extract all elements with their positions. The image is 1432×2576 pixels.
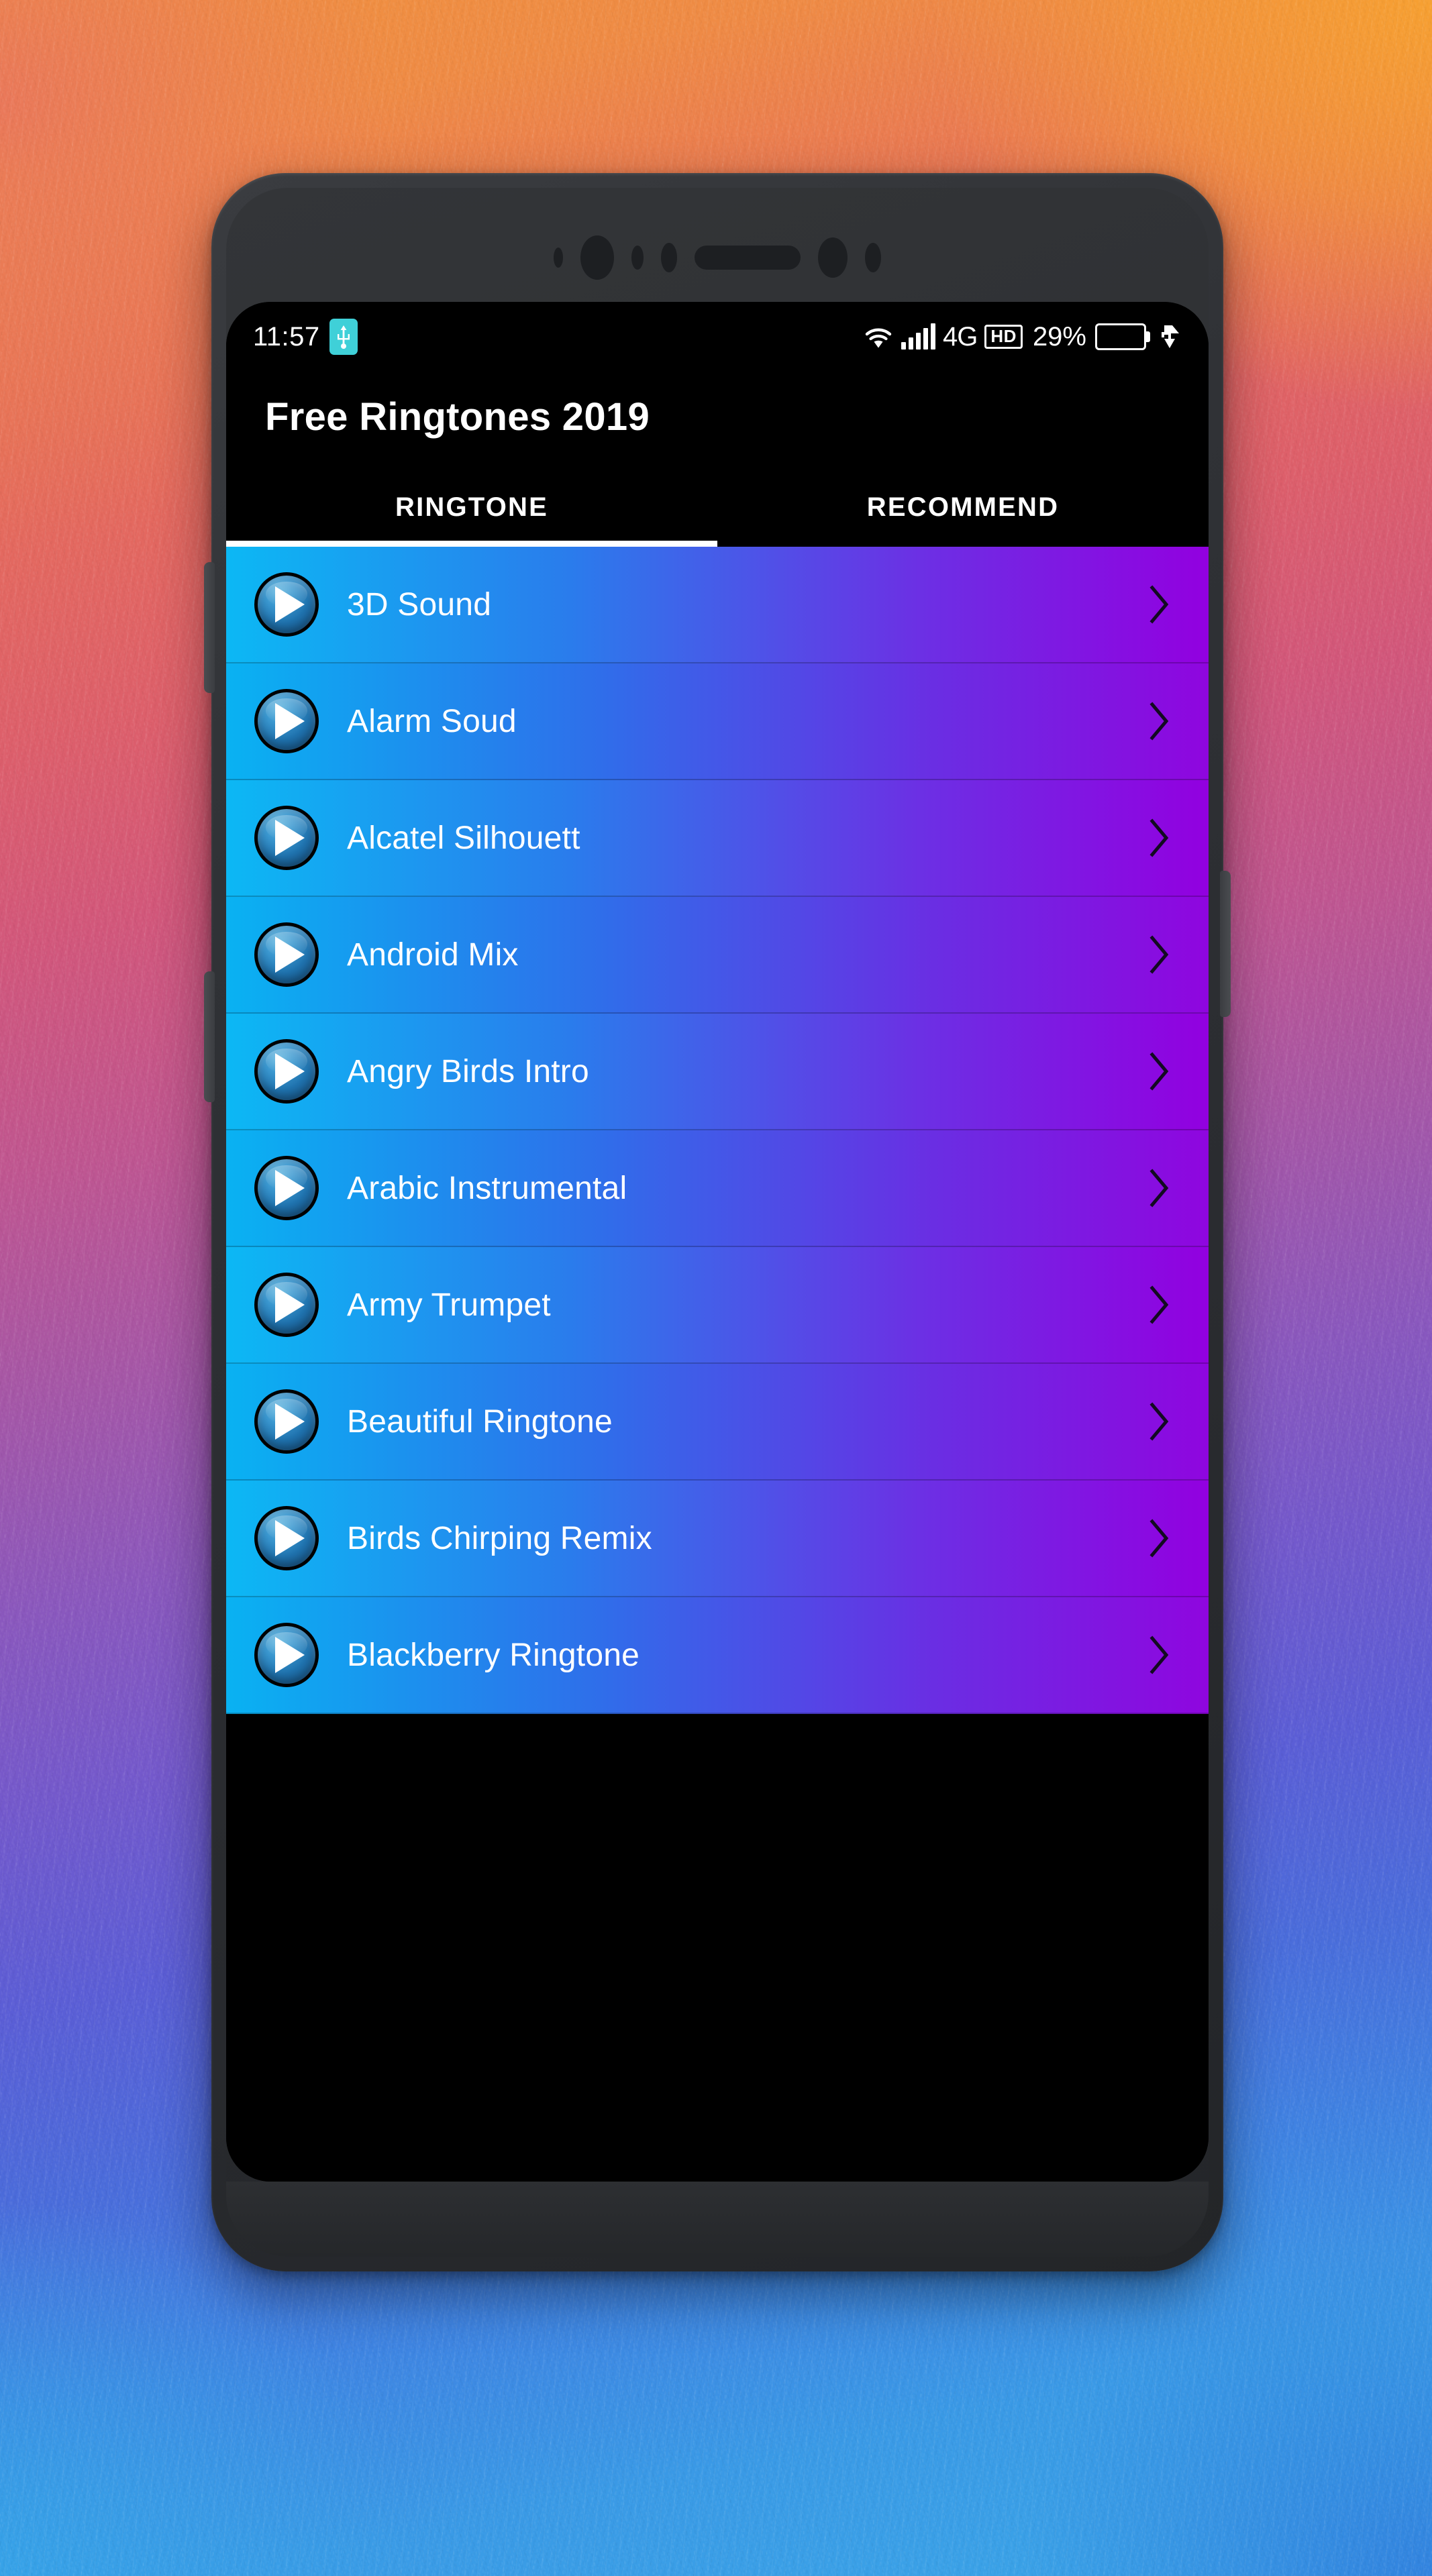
chevron-right-icon[interactable] <box>1148 1518 1171 1558</box>
list-item[interactable]: Alarm Soud <box>226 663 1209 780</box>
phone-bottom-bezel <box>226 2182 1209 2257</box>
chevron-right-icon[interactable] <box>1148 818 1171 858</box>
volume-up-button[interactable] <box>204 562 215 693</box>
list-item[interactable]: Arabic Instrumental <box>226 1130 1209 1247</box>
charging-bolt-icon <box>1162 325 1179 348</box>
battery-percent-label: 29% <box>1032 321 1086 352</box>
list-item[interactable]: Beautiful Ringtone <box>226 1364 1209 1481</box>
phone-screen: 11:57 4G HD 29% Free Ringtones 2019 RING… <box>226 302 1209 2182</box>
ringtone-title: Angry Birds Intro <box>347 1053 589 1089</box>
power-button[interactable] <box>1220 871 1231 1017</box>
list-item[interactable]: Blackberry Ringtone <box>226 1597 1209 1714</box>
chevron-right-icon[interactable] <box>1148 1285 1171 1325</box>
signal-bars-icon <box>901 323 936 350</box>
phone-top-bezel <box>211 235 1223 280</box>
ringtone-title: Blackberry Ringtone <box>347 1637 640 1673</box>
chevron-right-icon[interactable] <box>1148 584 1171 625</box>
phone-device-frame: 11:57 4G HD 29% Free Ringtones 2019 RING… <box>204 173 1231 2271</box>
chevron-right-icon[interactable] <box>1148 1168 1171 1208</box>
play-triangle <box>275 1053 305 1089</box>
ringtone-title: Beautiful Ringtone <box>347 1403 613 1440</box>
list-item[interactable]: Alcatel Silhouett <box>226 780 1209 897</box>
play-triangle <box>275 1520 305 1556</box>
tab-recommend-label: RECOMMEND <box>866 492 1060 522</box>
list-item[interactable]: 3D Sound <box>226 547 1209 663</box>
play-triangle <box>275 1287 305 1323</box>
chevron-right-icon[interactable] <box>1148 701 1171 741</box>
ringtone-title: Army Trumpet <box>347 1287 551 1323</box>
play-triangle <box>275 1637 305 1673</box>
battery-icon <box>1095 323 1146 350</box>
play-icon[interactable] <box>254 1156 319 1220</box>
tab-recommend[interactable]: RECOMMEND <box>717 468 1209 547</box>
play-triangle <box>275 936 305 973</box>
front-camera-icon <box>580 235 614 280</box>
earpiece-speaker <box>695 246 801 270</box>
secondary-camera-icon <box>818 237 848 278</box>
list-item[interactable]: Birds Chirping Remix <box>226 1481 1209 1597</box>
chevron-right-icon[interactable] <box>1148 1635 1171 1675</box>
play-icon[interactable] <box>254 1039 319 1104</box>
led-indicator-icon <box>865 243 881 272</box>
tab-bar: RINGTONE RECOMMEND <box>226 468 1209 547</box>
status-bar-right: 4G HD 29% <box>863 322 1179 352</box>
status-bar: 11:57 4G HD 29% <box>226 302 1209 372</box>
list-item[interactable]: Army Trumpet <box>226 1247 1209 1364</box>
light-sensor-icon <box>661 243 677 272</box>
sensor-dot-icon <box>554 248 563 268</box>
play-triangle <box>275 586 305 623</box>
play-icon[interactable] <box>254 572 319 637</box>
clock-label: 11:57 <box>253 321 320 352</box>
proximity-sensor-icon <box>631 246 644 270</box>
play-icon[interactable] <box>254 922 319 987</box>
ringtone-title: Android Mix <box>347 936 519 973</box>
chevron-right-icon[interactable] <box>1148 934 1171 975</box>
ringtone-title: Arabic Instrumental <box>347 1170 627 1206</box>
volume-down-button[interactable] <box>204 971 215 1102</box>
tab-ringtone-label: RINGTONE <box>395 492 548 522</box>
ringtone-title: Alarm Soud <box>347 703 517 739</box>
play-icon[interactable] <box>254 806 319 870</box>
ringtone-title: Birds Chirping Remix <box>347 1520 652 1556</box>
chevron-right-icon[interactable] <box>1148 1051 1171 1091</box>
status-bar-left: 11:57 <box>253 319 358 355</box>
ringtone-title: 3D Sound <box>347 586 492 623</box>
hd-badge: HD <box>984 325 1023 349</box>
chevron-right-icon[interactable] <box>1148 1401 1171 1442</box>
app-bar: Free Ringtones 2019 <box>226 372 1209 468</box>
play-triangle <box>275 820 305 856</box>
page-title: Free Ringtones 2019 <box>265 395 650 439</box>
play-icon[interactable] <box>254 1273 319 1337</box>
wifi-icon <box>865 328 892 348</box>
ringtone-title: Alcatel Silhouett <box>347 820 580 856</box>
list-item[interactable]: Angry Birds Intro <box>226 1014 1209 1130</box>
play-icon[interactable] <box>254 1506 319 1570</box>
play-icon[interactable] <box>254 1389 319 1454</box>
wallpaper-backdrop: 11:57 4G HD 29% Free Ringtones 2019 RING… <box>0 0 1432 2576</box>
play-icon[interactable] <box>254 1623 319 1687</box>
play-triangle <box>275 1170 305 1206</box>
tab-active-indicator <box>226 541 717 547</box>
ringtone-list[interactable]: 3D Sound Alarm Soud Alcatel Silhouett An… <box>226 547 1209 2182</box>
play-triangle <box>275 703 305 739</box>
tab-ringtone[interactable]: RINGTONE <box>226 468 717 547</box>
play-triangle <box>275 1403 305 1440</box>
list-item[interactable]: Android Mix <box>226 897 1209 1014</box>
usb-icon <box>329 319 358 355</box>
network-type-label: 4G <box>943 321 978 352</box>
play-icon[interactable] <box>254 689 319 753</box>
